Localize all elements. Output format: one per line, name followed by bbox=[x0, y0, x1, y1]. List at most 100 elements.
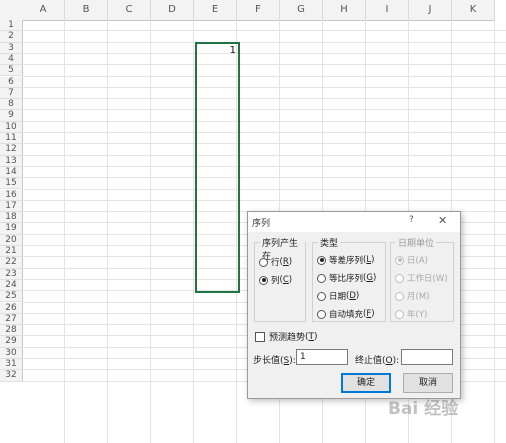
date-unit-group: 日期单位 日(A) 工作日(W) 月(M) 年(Y) bbox=[390, 236, 454, 322]
row-header-26[interactable]: 26 bbox=[0, 302, 23, 314]
column-header-g[interactable]: G bbox=[280, 0, 323, 21]
row-header-12[interactable]: 12 bbox=[0, 144, 23, 156]
radio-month-label: 月(M) bbox=[407, 292, 430, 302]
radio-linear-circle[interactable] bbox=[317, 255, 326, 265]
grid-hline bbox=[22, 30, 506, 32]
grid-hline bbox=[22, 199, 506, 201]
cancel-button[interactable]: 取消 bbox=[403, 373, 453, 393]
dialog-titlebar[interactable]: 序列 ? ✕ bbox=[248, 212, 460, 232]
column-header-e[interactable]: E bbox=[194, 0, 237, 21]
radio-columns-label: 列 bbox=[271, 276, 280, 286]
radio-date-circle[interactable] bbox=[317, 291, 326, 301]
cell-e3-value[interactable]: 1 bbox=[200, 45, 236, 56]
column-header-j[interactable]: J bbox=[409, 0, 452, 21]
row-header-17[interactable]: 17 bbox=[0, 200, 23, 213]
row-header-21[interactable]: 21 bbox=[0, 246, 23, 258]
grid-hline bbox=[22, 75, 506, 77]
column-header-i[interactable]: I bbox=[366, 0, 409, 21]
series-in-group: 序列产生在 行(R) 列(C) bbox=[254, 236, 306, 322]
radio-autofill-circle[interactable] bbox=[317, 309, 326, 319]
row-header-6[interactable]: 6 bbox=[0, 76, 23, 88]
radio-growth-label: 等比序列 bbox=[329, 274, 364, 284]
trend-checkbox-row[interactable]: 预测趋势(T) bbox=[255, 330, 318, 343]
trend-checkbox[interactable] bbox=[255, 331, 265, 342]
row-header-15[interactable]: 15 bbox=[0, 178, 23, 190]
stop-label: 终止值(O): bbox=[355, 356, 400, 366]
row-header-10[interactable]: 10 bbox=[0, 121, 23, 133]
date-unit-label: 日期单位 bbox=[396, 236, 437, 249]
type-group: 类型 等差序列(L) 等比序列(G) 日期(D) 自动填充(F) bbox=[312, 236, 386, 322]
grid-hline bbox=[22, 41, 506, 43]
column-header-c[interactable]: C bbox=[108, 0, 151, 21]
ok-button[interactable]: 确定 bbox=[341, 373, 391, 393]
row-header-14[interactable]: 14 bbox=[0, 166, 23, 179]
grid-hline bbox=[22, 64, 506, 66]
row-header-7[interactable]: 7 bbox=[0, 87, 23, 100]
radio-autofill[interactable]: 自动填充(F) bbox=[317, 308, 375, 320]
row-header-3[interactable]: 3 bbox=[0, 42, 23, 54]
radio-weekday: 工作日(W) bbox=[395, 272, 448, 284]
row-header-1[interactable]: 1 bbox=[0, 20, 23, 32]
column-header-a[interactable]: A bbox=[22, 0, 65, 21]
column-header-h[interactable]: H bbox=[323, 0, 366, 21]
selected-range-e3-e21[interactable] bbox=[195, 42, 240, 293]
series-dialog: 序列 ? ✕ 序列产生在 行(R) 列(C) 类型 等差序列(L) 等比序列 (… bbox=[247, 211, 461, 399]
row-header-18[interactable]: 18 bbox=[0, 212, 23, 224]
radio-linear[interactable]: 等差序列(L) bbox=[317, 254, 374, 266]
row-header-28[interactable]: 28 bbox=[0, 325, 23, 337]
grid-hline bbox=[22, 86, 506, 88]
row-header-32[interactable]: 32 bbox=[0, 370, 23, 382]
row-header-31[interactable]: 31 bbox=[0, 359, 23, 371]
row-header-5[interactable]: 5 bbox=[0, 65, 23, 77]
column-header-b[interactable]: B bbox=[65, 0, 108, 21]
radio-growth-circle[interactable] bbox=[317, 273, 326, 283]
row-header-24[interactable]: 24 bbox=[0, 279, 23, 292]
radio-linear-label: 等差序列 bbox=[329, 256, 364, 266]
row-header-13[interactable]: 13 bbox=[0, 155, 23, 167]
radio-columns[interactable]: 列(C) bbox=[259, 274, 292, 286]
radio-year-label: 年(Y) bbox=[407, 310, 428, 320]
grid-hline bbox=[22, 98, 506, 100]
grid-hline bbox=[22, 109, 506, 111]
row-header-30[interactable]: 30 bbox=[0, 347, 23, 359]
radio-weekday-circle bbox=[395, 273, 404, 283]
radio-month: 月(M) bbox=[395, 290, 429, 302]
grid-vline bbox=[107, 20, 108, 443]
row-header-20[interactable]: 20 bbox=[0, 234, 23, 246]
radio-autofill-label: 自动填充 bbox=[329, 310, 364, 320]
row-header-29[interactable]: 29 bbox=[0, 336, 23, 348]
row-header-11[interactable]: 11 bbox=[0, 133, 23, 145]
row-header-4[interactable]: 4 bbox=[0, 53, 23, 66]
column-header-d[interactable]: D bbox=[151, 0, 194, 21]
column-header-f[interactable]: F bbox=[237, 0, 280, 21]
radio-columns-circle[interactable] bbox=[259, 275, 268, 285]
row-header-22[interactable]: 22 bbox=[0, 257, 23, 269]
row-header-9[interactable]: 9 bbox=[0, 110, 23, 122]
radio-day-circle bbox=[395, 255, 404, 265]
close-icon[interactable]: ✕ bbox=[438, 214, 447, 227]
grid-hline bbox=[22, 188, 506, 190]
radio-rows[interactable]: 行(R) bbox=[259, 256, 292, 268]
step-value-input[interactable]: 1 bbox=[296, 349, 348, 365]
grid-vline bbox=[193, 20, 194, 443]
stop-value-input[interactable] bbox=[401, 349, 453, 365]
radio-rows-label: 行 bbox=[271, 258, 280, 268]
radio-rows-circle[interactable] bbox=[259, 257, 268, 267]
grid-vline bbox=[64, 20, 65, 443]
help-button[interactable]: ? bbox=[409, 215, 414, 225]
select-all-corner[interactable] bbox=[0, 0, 23, 21]
row-header-16[interactable]: 16 bbox=[0, 189, 23, 201]
radio-day-label: 日(A) bbox=[407, 256, 428, 266]
row-header-23[interactable]: 23 bbox=[0, 268, 23, 280]
row-header-2[interactable]: 2 bbox=[0, 31, 23, 43]
row-header-25[interactable]: 25 bbox=[0, 291, 23, 303]
grid-vline bbox=[494, 20, 495, 443]
radio-growth[interactable]: 等比序列(G) bbox=[317, 272, 376, 284]
row-header-27[interactable]: 27 bbox=[0, 313, 23, 326]
radio-year-circle bbox=[395, 309, 404, 319]
radio-month-circle bbox=[395, 291, 404, 301]
row-header-19[interactable]: 19 bbox=[0, 223, 23, 235]
column-header-k[interactable]: K bbox=[452, 0, 495, 21]
radio-date[interactable]: 日期(D) bbox=[317, 290, 359, 302]
row-header-8[interactable]: 8 bbox=[0, 99, 23, 111]
